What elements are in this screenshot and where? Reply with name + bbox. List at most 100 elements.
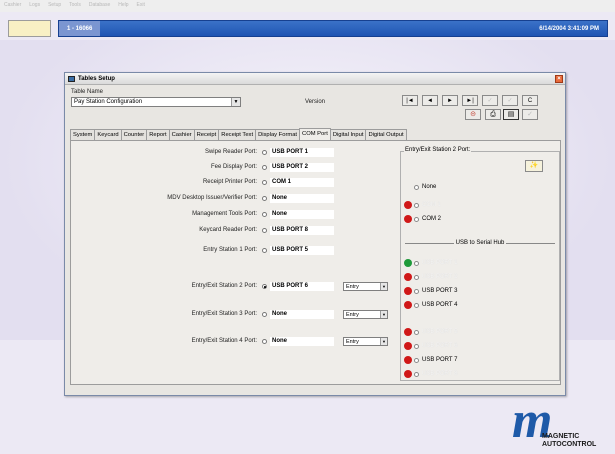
tab-digital-input[interactable]: Digital Input xyxy=(329,129,367,140)
port-radio[interactable] xyxy=(262,212,267,217)
port-label: Receipt Printer Port: xyxy=(202,179,257,185)
status-indicator xyxy=(404,328,412,336)
port-value[interactable]: USB PORT 6 xyxy=(270,282,334,291)
tab-system[interactable]: System xyxy=(70,129,96,140)
menu-item[interactable]: Help xyxy=(118,2,128,8)
port-option-radio[interactable] xyxy=(414,275,419,280)
port-value[interactable]: COM 1 xyxy=(270,178,334,187)
tab-report[interactable]: Report xyxy=(146,129,170,140)
port-radio[interactable] xyxy=(262,339,267,344)
mode-select[interactable]: Entry ▼ xyxy=(343,310,388,319)
mode-value: Entry xyxy=(346,339,359,345)
tab-receipt[interactable]: Receipt xyxy=(193,129,220,140)
port-option-radio[interactable] xyxy=(414,289,419,294)
port-option-label: USB PORT 1 xyxy=(422,260,458,266)
port-value[interactable]: None xyxy=(270,310,334,319)
menu-item[interactable]: Setup xyxy=(48,2,61,8)
port-radio[interactable] xyxy=(262,228,267,233)
menu-item[interactable]: Tools xyxy=(69,2,81,8)
com-port-panel: Entry/Exit Station 2 Port: ✨ None USB to… xyxy=(70,140,561,385)
tab-counter[interactable]: Counter xyxy=(120,129,148,140)
port-value[interactable]: None xyxy=(270,337,334,346)
status-indicator xyxy=(404,301,412,309)
logo-text: MAGNETIC AUTOCONTROL xyxy=(542,433,596,449)
menu-item[interactable]: Logs xyxy=(29,2,40,8)
first-record-button[interactable]: |◄ xyxy=(402,95,418,106)
hub-divider: USB to Serial Hub xyxy=(405,240,556,246)
port-value[interactable]: USB PORT 2 xyxy=(270,163,334,172)
menu-item[interactable]: Database xyxy=(89,2,110,8)
datetime-display: 6/14/2004 3:41:09 PM xyxy=(539,25,599,32)
table-icon xyxy=(68,75,75,82)
port-value[interactable]: None xyxy=(270,194,334,203)
tab-keycard[interactable]: Keycard xyxy=(94,129,122,140)
port-option-radio[interactable] xyxy=(414,303,419,308)
user-indicator[interactable] xyxy=(8,20,51,37)
port-label: Swipe Reader Port: xyxy=(204,149,257,155)
station-id: 1 - 16066 xyxy=(59,21,101,36)
port-option-radio[interactable] xyxy=(414,261,419,266)
port-radio[interactable] xyxy=(262,312,267,317)
port-option-radio[interactable] xyxy=(414,330,419,335)
table-name-select[interactable]: Pay Station Configuration ▼ xyxy=(71,97,241,107)
status-indicator xyxy=(404,201,412,209)
port-option-radio[interactable] xyxy=(414,203,419,208)
port-label: Entry Station 1 Port: xyxy=(203,247,257,253)
port-option-label: USB PORT 3 xyxy=(422,288,458,294)
mode-select[interactable]: Entry ▼ xyxy=(343,282,388,291)
port-option-label: USB PORT 2 xyxy=(422,274,458,280)
port-radio[interactable] xyxy=(262,165,267,170)
tab-cashier[interactable]: Cashier xyxy=(168,129,195,140)
tab-receipt-text[interactable]: Receipt Text xyxy=(218,129,257,140)
chevron-down-icon: ▼ xyxy=(380,283,387,290)
menu-item[interactable]: Exit xyxy=(137,2,145,8)
apply-icon[interactable]: ✓ xyxy=(522,109,538,120)
port-value[interactable]: USB PORT 8 xyxy=(270,226,334,235)
port-value[interactable]: USB PORT 5 xyxy=(270,246,334,255)
confirm-button[interactable]: ✓ xyxy=(502,95,518,106)
status-indicator xyxy=(404,356,412,364)
hub-label: USB to Serial Hub xyxy=(455,240,505,246)
refresh-button[interactable]: C xyxy=(522,95,538,106)
tab-digital-output[interactable]: Digital Output xyxy=(365,129,407,140)
status-bar: 1 - 16066 6/14/2004 3:41:09 PM xyxy=(58,20,608,37)
tab-display-format[interactable]: Display Format xyxy=(255,129,301,140)
port-option-radio[interactable] xyxy=(414,358,419,363)
port-value[interactable]: USB PORT 1 xyxy=(270,148,334,157)
port-radio[interactable] xyxy=(262,180,267,185)
chevron-down-icon: ▼ xyxy=(380,311,387,318)
wizard-icon[interactable]: ✨ xyxy=(525,160,543,172)
window-titlebar: Tables Setup × xyxy=(65,73,565,85)
company-logo: m MAGNETIC AUTOCONTROL xyxy=(512,393,612,453)
port-radio[interactable] xyxy=(262,284,267,289)
port-label: Entry/Exit Station 2 Port: xyxy=(191,283,257,289)
status-row: 1 - 16066 6/14/2004 3:41:09 PM xyxy=(8,20,608,37)
port-value[interactable]: None xyxy=(270,210,334,219)
port-option-radio[interactable] xyxy=(414,372,419,377)
port-radio[interactable] xyxy=(262,196,267,201)
tab-com-port[interactable]: COM Port xyxy=(299,128,331,140)
port-option-label: USB PORT 5 xyxy=(422,329,458,335)
chevron-down-icon: ▼ xyxy=(231,98,240,106)
cancel-icon[interactable]: ⊝ xyxy=(465,109,481,120)
status-indicator xyxy=(404,259,412,267)
status-indicator xyxy=(404,342,412,350)
status-indicator xyxy=(404,370,412,378)
port-label: Entry/Exit Station 3 Port: xyxy=(191,311,257,317)
tables-setup-window: Tables Setup × Table Name Pay Station Co… xyxy=(64,72,566,396)
port-radio[interactable] xyxy=(262,150,267,155)
next-record-button[interactable]: ► xyxy=(442,95,458,106)
status-indicator xyxy=(404,273,412,281)
port-option-radio[interactable] xyxy=(414,344,419,349)
mode-select[interactable]: Entry ▼ xyxy=(343,337,388,346)
none-radio[interactable] xyxy=(414,185,419,190)
menu-item[interactable]: Cashier xyxy=(4,2,21,8)
close-button[interactable]: × xyxy=(555,75,563,83)
print-icon[interactable]: ⎙ xyxy=(485,109,501,120)
last-record-button[interactable]: ►| xyxy=(462,95,478,106)
preview-icon[interactable]: ▤ xyxy=(503,109,519,120)
prev-record-button[interactable]: ◄ xyxy=(422,95,438,106)
port-option-radio[interactable] xyxy=(414,217,419,222)
port-radio[interactable] xyxy=(262,248,267,253)
post-button[interactable]: ✓ xyxy=(482,95,498,106)
